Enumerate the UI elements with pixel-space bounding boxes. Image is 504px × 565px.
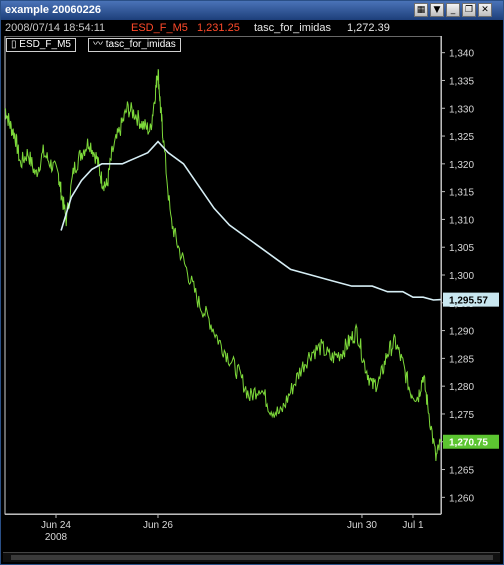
y-tick-label: 1,260 [449, 493, 474, 504]
y-tick-label: 1,330 [449, 104, 474, 115]
legend-label: ESD_F_M5 [19, 39, 71, 50]
x-tick-label: Jun 26 [143, 520, 173, 531]
dropdown-icon[interactable]: ▼ [430, 3, 444, 17]
minimize-icon[interactable]: _ [446, 3, 460, 17]
timestamp-text: 2008/07/14 18:54:11 [5, 22, 106, 34]
legend-label: tasc_for_imidas [105, 39, 176, 50]
last-value-tag-label: 1,270.75 [449, 438, 488, 449]
price-series-line [4, 69, 442, 462]
legend-item-indicator[interactable]: 〰 tasc_for_imidas [88, 38, 181, 52]
x-tick-label: Jun 24 [41, 520, 71, 531]
instrument-value: 1,231.25 [197, 22, 240, 34]
indicator-series-line [60, 140, 442, 301]
y-tick-label: 1,335 [449, 76, 474, 87]
legend-item-price[interactable]: ▯ ESD_F_M5 [6, 38, 76, 52]
y-tick-label: 1,340 [449, 49, 474, 60]
price-chart[interactable]: 1,2601,2651,2701,2751,2801,2851,2901,295… [3, 35, 501, 550]
scrollbar-thumb[interactable] [11, 555, 493, 560]
instrument-label: ESD_F_M5 [131, 22, 188, 34]
title-bar[interactable]: example 20060226 ▦ ▼ _ ❐ ✕ [1, 1, 503, 20]
horizontal-scrollbar[interactable] [3, 552, 500, 562]
info-bar: 2008/07/14 18:54:11 ESD_F_M5 1,231.25 ta… [1, 20, 503, 36]
y-tick-label: 1,285 [449, 354, 474, 365]
chart-area[interactable]: 1,2601,2651,2701,2751,2801,2851,2901,295… [3, 35, 501, 563]
chart-window: example 20060226 ▦ ▼ _ ❐ ✕ 2008/07/14 18… [0, 0, 504, 565]
restore-icon[interactable]: ❐ [462, 3, 476, 17]
bar-chart-icon: ▯ [11, 39, 17, 50]
line-chart-icon: 〰 [93, 39, 103, 50]
y-tick-label: 1,290 [449, 327, 474, 338]
y-tick-label: 1,275 [449, 410, 474, 421]
y-tick-label: 1,320 [449, 160, 474, 171]
close-icon[interactable]: ✕ [478, 3, 492, 17]
indicator-label: tasc_for_imidas [254, 22, 332, 34]
indicator-value: 1,272.39 [347, 22, 390, 34]
y-tick-label: 1,300 [449, 271, 474, 282]
plot-border [4, 35, 442, 515]
y-tick-label: 1,280 [449, 382, 474, 393]
y-tick-label: 1,325 [449, 132, 474, 143]
x-tick-sublabel: 2008 [45, 532, 68, 543]
last-value-tag-label: 1,295.57 [449, 296, 488, 307]
tile-icon[interactable]: ▦ [414, 3, 428, 17]
x-tick-label: Jun 30 [347, 520, 377, 531]
y-tick-label: 1,315 [449, 188, 474, 199]
x-tick-label: Jul 1 [402, 520, 424, 531]
y-tick-label: 1,265 [449, 466, 474, 477]
window-title: example 20060226 [5, 4, 102, 16]
y-tick-label: 1,305 [449, 243, 474, 254]
y-tick-label: 1,310 [449, 215, 474, 226]
